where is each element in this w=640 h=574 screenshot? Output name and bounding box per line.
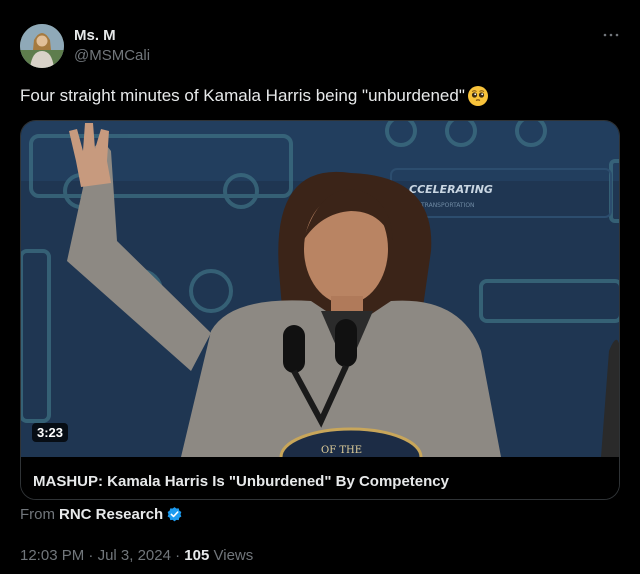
display-name[interactable]: Ms. M (74, 27, 150, 44)
card-title[interactable]: MASHUP: Kamala Harris Is "Unburdened" By… (21, 457, 619, 499)
views-label: Views (213, 547, 254, 564)
avatar[interactable] (20, 24, 64, 68)
tweet-meta: 12:03 PM · Jul 3, 2024 · 105 Views (20, 547, 253, 564)
video-duration: 3:23 (32, 423, 69, 442)
handle[interactable]: @MSMCali (74, 47, 150, 64)
tweet-text: Four straight minutes of Kamala Harris b… (20, 85, 489, 107)
video-card[interactable]: CCELERATING TRANSPORTATION OF THE 3:23 M… (20, 120, 620, 500)
svg-text:OF THE: OF THE (321, 445, 362, 456)
tweet-header: Ms. M @MSMCali (20, 24, 620, 70)
svg-text:CCELERATING: CCELERATING (409, 183, 493, 196)
tweet: Ms. M @MSMCali Four straight minutes of … (0, 0, 640, 574)
source-name[interactable]: RNC Research (59, 506, 163, 523)
verified-badge-icon (167, 507, 182, 522)
video-thumbnail[interactable]: CCELERATING TRANSPORTATION OF THE (21, 121, 620, 457)
author-names: Ms. M @MSMCali (74, 27, 150, 64)
more-horizontal-icon[interactable] (602, 26, 620, 49)
avatar-image (20, 24, 64, 68)
source-prefix: From (20, 506, 55, 523)
tweet-text-content: Four straight minutes of Kamala Harris b… (20, 86, 465, 105)
meta-separator: · (88, 547, 94, 564)
views-count[interactable]: 105 (184, 547, 209, 564)
tweet-time[interactable]: 12:03 PM (20, 547, 84, 564)
meta-separator: · (175, 547, 181, 564)
tweet-date[interactable]: Jul 3, 2024 (98, 547, 171, 564)
pleading-face-emoji-icon (467, 86, 488, 106)
source-attribution: From RNC Research (20, 506, 183, 523)
svg-text:TRANSPORTATION: TRANSPORTATION (420, 202, 475, 209)
